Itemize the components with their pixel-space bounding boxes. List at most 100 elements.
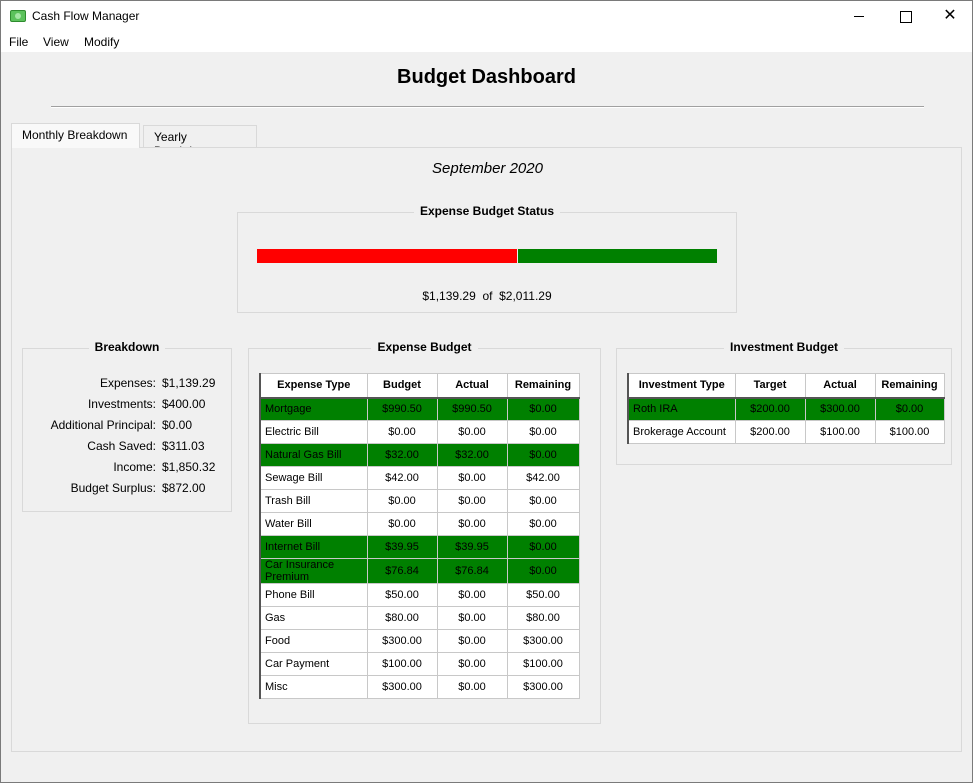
breakdown-row: Cash Saved: $311.03 [23,439,231,460]
of-label: of [482,289,493,303]
expense-cell-budget[interactable]: $50.00 [366,583,438,607]
expense-cell-remaining[interactable]: $42.00 [506,466,580,490]
expense-cell-budget[interactable]: $300.00 [366,629,438,653]
table-row[interactable]: Car Payment $100.00 $0.00 $100.00 [259,652,580,676]
expense-column-header[interactable]: Actual [436,373,508,399]
progress-spent [257,249,517,263]
maximize-button[interactable] [882,1,928,31]
expense-column-header[interactable]: Remaining [506,373,580,399]
table-row[interactable]: Food $300.00 $0.00 $300.00 [259,629,580,653]
expense-cell-remaining[interactable]: $80.00 [506,606,580,630]
expense-cell-type[interactable]: Internet Bill [259,535,368,559]
table-row[interactable]: Car Insurance Premium $76.84 $76.84 $0.00 [259,558,580,584]
table-row[interactable]: Electric Bill $0.00 $0.00 $0.00 [259,420,580,444]
expense-cell-budget[interactable]: $300.00 [366,675,438,699]
expense-cell-actual[interactable]: $39.95 [436,535,508,559]
expense-cell-remaining[interactable]: $0.00 [506,558,580,584]
expense-cell-remaining[interactable]: $0.00 [506,489,580,513]
expense-cell-remaining[interactable]: $0.00 [506,535,580,559]
expense-cell-budget[interactable]: $100.00 [366,652,438,676]
expense-cell-remaining[interactable]: $0.00 [506,443,580,467]
investment-cell-budget[interactable]: $200.00 [734,420,806,444]
minimize-button[interactable] [836,1,882,31]
menu-modify[interactable]: Modify [84,35,119,49]
expense-status-group: Expense Budget Status $1,139.29 of $2,01… [237,204,737,313]
investment-cell-remaining[interactable]: $0.00 [874,397,945,421]
table-row[interactable]: Gas $80.00 $0.00 $80.00 [259,606,580,630]
table-row[interactable]: Natural Gas Bill $32.00 $32.00 $0.00 [259,443,580,467]
table-row[interactable]: Sewage Bill $42.00 $0.00 $42.00 [259,466,580,490]
expense-cell-type[interactable]: Mortgage [259,397,368,421]
breakdown-label: Cash Saved: [87,439,156,453]
expense-cell-remaining[interactable]: $300.00 [506,629,580,653]
investment-cell-budget[interactable]: $200.00 [734,397,806,421]
investment-cell-remaining[interactable]: $100.00 [874,420,945,444]
expense-cell-actual[interactable]: $0.00 [436,675,508,699]
expense-cell-remaining[interactable]: $100.00 [506,652,580,676]
expense-cell-remaining[interactable]: $0.00 [506,397,580,421]
table-row[interactable]: Internet Bill $39.95 $39.95 $0.00 [259,535,580,559]
expense-cell-remaining[interactable]: $300.00 [506,675,580,699]
expense-cell-budget[interactable]: $76.84 [366,558,438,584]
expense-cell-type[interactable]: Water Bill [259,512,368,536]
close-button[interactable]: ✕ [927,1,973,31]
investment-cell-actual[interactable]: $300.00 [804,397,876,421]
expense-cell-budget[interactable]: $990.50 [366,397,438,421]
expense-cell-actual[interactable]: $0.00 [436,606,508,630]
expense-cell-budget[interactable]: $42.00 [366,466,438,490]
expense-cell-type[interactable]: Gas [259,606,368,630]
expense-cell-type[interactable]: Phone Bill [259,583,368,607]
expense-cell-actual[interactable]: $0.00 [436,652,508,676]
table-row[interactable]: Brokerage Account $200.00 $100.00 $100.00 [627,420,945,444]
breakdown-row: Additional Principal: $0.00 [23,418,231,439]
expense-cell-actual[interactable]: $0.00 [436,583,508,607]
expense-cell-type[interactable]: Food [259,629,368,653]
expense-cell-actual[interactable]: $32.00 [436,443,508,467]
tab-panel-monthly: September 2020 Expense Budget Status $1,… [11,147,962,752]
expense-cell-actual[interactable]: $0.00 [436,466,508,490]
menu-view[interactable]: View [43,35,69,49]
investment-cell-actual[interactable]: $100.00 [804,420,876,444]
investment-column-header[interactable]: Remaining [874,373,945,399]
expense-cell-actual[interactable]: $0.00 [436,489,508,513]
expense-cell-actual[interactable]: $76.84 [436,558,508,584]
expense-cell-type[interactable]: Car Payment [259,652,368,676]
expense-cell-type[interactable]: Electric Bill [259,420,368,444]
expense-cell-budget[interactable]: $0.00 [366,489,438,513]
expense-status-title: Expense Budget Status [413,204,561,218]
table-row[interactable]: Phone Bill $50.00 $0.00 $50.00 [259,583,580,607]
table-row[interactable]: Mortgage $990.50 $990.50 $0.00 [259,397,580,421]
investment-cell-type[interactable]: Brokerage Account [627,420,736,444]
investment-column-header[interactable]: Target [734,373,806,399]
expense-cell-budget[interactable]: $32.00 [366,443,438,467]
table-row[interactable]: Water Bill $0.00 $0.00 $0.00 [259,512,580,536]
expense-cell-budget[interactable]: $80.00 [366,606,438,630]
investment-cell-type[interactable]: Roth IRA [627,397,736,421]
expense-cell-type[interactable]: Car Insurance Premium [259,558,368,584]
expense-cell-actual[interactable]: $0.00 [436,420,508,444]
expense-cell-actual[interactable]: $990.50 [436,397,508,421]
expense-column-header[interactable]: Budget [366,373,438,399]
expense-cell-actual[interactable]: $0.00 [436,512,508,536]
tab-yearly-breakdown[interactable]: Yearly Breakdown [143,125,257,158]
investment-column-header[interactable]: Investment Type [627,373,736,399]
menu-file[interactable]: File [9,35,28,49]
status-text: $1,139.29 of $2,011.29 [238,289,736,303]
expense-cell-budget[interactable]: $39.95 [366,535,438,559]
tab-monthly-breakdown[interactable]: Monthly Breakdown [11,123,140,148]
expense-cell-budget[interactable]: $0.00 [366,420,438,444]
expense-column-header[interactable]: Expense Type [259,373,368,399]
expense-cell-actual[interactable]: $0.00 [436,629,508,653]
expense-cell-type[interactable]: Trash Bill [259,489,368,513]
expense-cell-remaining[interactable]: $50.00 [506,583,580,607]
expense-cell-type[interactable]: Natural Gas Bill [259,443,368,467]
table-row[interactable]: Roth IRA $200.00 $300.00 $0.00 [627,397,945,421]
expense-cell-remaining[interactable]: $0.00 [506,420,580,444]
investment-column-header[interactable]: Actual [804,373,876,399]
expense-cell-remaining[interactable]: $0.00 [506,512,580,536]
table-row[interactable]: Trash Bill $0.00 $0.00 $0.00 [259,489,580,513]
expense-cell-budget[interactable]: $0.00 [366,512,438,536]
expense-cell-type[interactable]: Sewage Bill [259,466,368,490]
table-row[interactable]: Misc $300.00 $0.00 $300.00 [259,675,580,699]
expense-cell-type[interactable]: Misc [259,675,368,699]
